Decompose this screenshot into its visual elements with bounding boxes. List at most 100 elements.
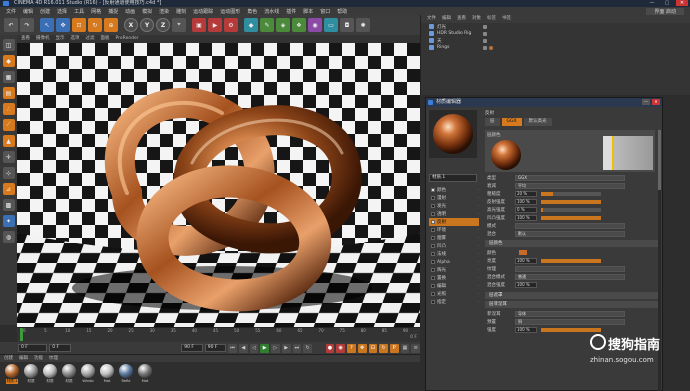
light-icon[interactable]: ✺ bbox=[356, 18, 370, 32]
material-thumbnail[interactable]: Mat bbox=[137, 364, 153, 384]
material-thumbnail[interactable]: 材质 bbox=[61, 364, 77, 384]
channel-checkbox[interactable] bbox=[431, 268, 435, 272]
specular-strength-slider[interactable] bbox=[541, 207, 601, 212]
deformer-icon[interactable]: ◉ bbox=[308, 18, 322, 32]
camera-icon[interactable]: ◘ bbox=[340, 18, 354, 32]
object-row[interactable]: Rings bbox=[421, 44, 690, 51]
preview-end-field[interactable]: 90 F bbox=[204, 344, 227, 352]
reflectance-tab[interactable]: 默认高光 bbox=[523, 118, 552, 126]
visibility-dot-icon[interactable] bbox=[483, 45, 487, 50]
channel-checkbox[interactable] bbox=[431, 252, 435, 256]
menu-item[interactable]: 模拟 bbox=[142, 8, 152, 15]
fresnel-strength-field[interactable]: 100 % bbox=[515, 326, 537, 333]
channel-item[interactable]: 发光 · bbox=[429, 202, 479, 210]
object-row[interactable]: 灯光 bbox=[421, 23, 690, 30]
channel-checkbox[interactable] bbox=[431, 284, 435, 288]
go-to-end-icon[interactable]: ⏭ bbox=[292, 343, 302, 353]
redo-icon[interactable]: ↷ bbox=[20, 18, 34, 32]
mix-dropdown[interactable]: 默认 bbox=[515, 230, 625, 237]
reflectance-tab[interactable]: 层 bbox=[485, 118, 500, 126]
render-view-icon[interactable]: ▣ bbox=[192, 18, 206, 32]
channel-item[interactable]: 漫射 · bbox=[429, 194, 479, 202]
parameter-key-icon[interactable]: P bbox=[389, 343, 399, 353]
close-button[interactable]: ✕ bbox=[676, 0, 688, 6]
menu-item[interactable]: 帮助 bbox=[337, 8, 347, 15]
next-frame-icon[interactable]: ▷ bbox=[271, 343, 280, 353]
render-picture-viewer-icon[interactable]: ▶ bbox=[208, 18, 222, 32]
channel-checkbox[interactable] bbox=[431, 300, 435, 304]
object-row[interactable]: HDR Studio Rig bbox=[421, 30, 690, 37]
menu-item[interactable]: 工具 bbox=[74, 8, 84, 15]
layer-fresnel-section[interactable]: 层菲涅耳 bbox=[485, 301, 659, 308]
dialog-close-button[interactable]: ✕ bbox=[652, 99, 660, 105]
viewport-menu-item[interactable]: 显示 bbox=[56, 35, 65, 43]
fresnel-dropdown[interactable]: 导体 bbox=[515, 310, 625, 317]
render-viewport[interactable] bbox=[17, 43, 420, 327]
timeline-playhead[interactable] bbox=[20, 328, 23, 341]
channel-checkbox[interactable] bbox=[431, 204, 435, 208]
material-thumbnail[interactable]: Mat bbox=[99, 364, 115, 384]
object-row[interactable]: 天 bbox=[421, 37, 690, 44]
channel-checkbox[interactable] bbox=[431, 244, 435, 248]
viewport-menu-item[interactable]: 过滤 bbox=[86, 35, 95, 43]
material-thumbnail[interactable]: Refle bbox=[118, 364, 134, 384]
mix-mode-dropdown[interactable]: 普通 bbox=[515, 273, 625, 280]
record-key-icon[interactable]: ● bbox=[325, 343, 335, 353]
menu-item[interactable]: 运动图形 bbox=[220, 8, 240, 15]
x-axis-lock-button[interactable]: X bbox=[124, 18, 138, 32]
menu-item[interactable]: 创建 bbox=[40, 8, 50, 15]
menu-item[interactable]: 捕捉 bbox=[108, 8, 118, 15]
minimize-button[interactable]: — bbox=[646, 0, 658, 6]
channel-item[interactable]: 编辑 · bbox=[429, 282, 479, 290]
material-tag-icon[interactable] bbox=[489, 45, 493, 50]
preset-dropdown[interactable]: 铜 bbox=[515, 318, 625, 325]
mix-strength-field[interactable]: 100 % bbox=[515, 281, 537, 288]
channel-checkbox[interactable] bbox=[431, 236, 435, 240]
menu-item[interactable]: 角色 bbox=[247, 8, 257, 15]
type-dropdown[interactable]: GGX bbox=[515, 174, 625, 181]
material-menu-item[interactable]: 创建 bbox=[4, 355, 13, 362]
material-thumbnail[interactable]: 材质.1 bbox=[4, 364, 20, 384]
menu-item[interactable]: 插件 bbox=[286, 8, 296, 15]
tweak-icon[interactable]: ⊹ bbox=[2, 167, 15, 179]
channel-checkbox[interactable] bbox=[431, 220, 435, 224]
material-menu-item[interactable]: 功能 bbox=[34, 355, 43, 362]
scale-icon[interactable]: ⊡ bbox=[72, 18, 86, 32]
fresnel-strength-slider[interactable] bbox=[541, 327, 601, 332]
snap-icon[interactable]: ⊿ bbox=[2, 183, 15, 195]
roughness-slider[interactable] bbox=[541, 191, 601, 196]
channel-item[interactable]: 环境 · bbox=[429, 226, 479, 234]
material-menu-item[interactable]: 纹理 bbox=[49, 355, 58, 362]
channel-checkbox[interactable] bbox=[431, 292, 435, 296]
channel-checkbox[interactable] bbox=[431, 212, 435, 216]
visibility-dot-icon[interactable] bbox=[483, 38, 487, 43]
texture-dropdown[interactable] bbox=[515, 265, 625, 272]
timeline-window-icon[interactable]: ≡ bbox=[411, 343, 421, 353]
make-editable-icon[interactable]: ◫ bbox=[2, 39, 15, 51]
channel-checkbox[interactable] bbox=[431, 196, 435, 200]
material-thumbnail[interactable]: 材质 bbox=[42, 364, 58, 384]
polygons-mode-icon[interactable]: ▲ bbox=[2, 135, 15, 147]
menu-item[interactable]: 动画 bbox=[125, 8, 135, 15]
dialog-minimize-button[interactable]: — bbox=[642, 99, 650, 105]
render-settings-icon[interactable]: ⚙ bbox=[224, 18, 238, 32]
menu-item[interactable]: 渲染 bbox=[159, 8, 169, 15]
menu-item[interactable]: 编辑 bbox=[23, 8, 33, 15]
rotation-key-icon[interactable]: ↻ bbox=[379, 343, 388, 353]
viewport-menu-item[interactable]: 选项 bbox=[71, 35, 80, 43]
workplane-icon[interactable]: ▤ bbox=[2, 87, 15, 99]
timeline[interactable]: 0 5 10 15 20 25 30 35 40 45 50 55 60 65 70 75 80 85 90 0 F bbox=[17, 327, 420, 342]
end-frame-field[interactable]: 90 F bbox=[181, 344, 203, 352]
material-preview[interactable] bbox=[429, 110, 477, 158]
mode-dropdown[interactable] bbox=[515, 222, 625, 229]
points-mode-icon[interactable]: ∴ bbox=[2, 103, 15, 115]
channel-item[interactable]: 透明 · bbox=[429, 210, 479, 218]
viewport-menu-item[interactable]: 查看 bbox=[21, 35, 30, 43]
play-icon[interactable]: ▶ bbox=[260, 343, 270, 353]
material-name-field[interactable]: 材质.1 bbox=[429, 174, 477, 182]
next-key-icon[interactable]: ▶ bbox=[281, 343, 291, 353]
rotate-icon[interactable]: ↻ bbox=[88, 18, 102, 32]
live-select-icon[interactable]: ↖ bbox=[40, 18, 54, 32]
brightness-field[interactable]: 100 % bbox=[515, 257, 537, 264]
sculpt-icon[interactable]: ◍ bbox=[2, 231, 15, 243]
